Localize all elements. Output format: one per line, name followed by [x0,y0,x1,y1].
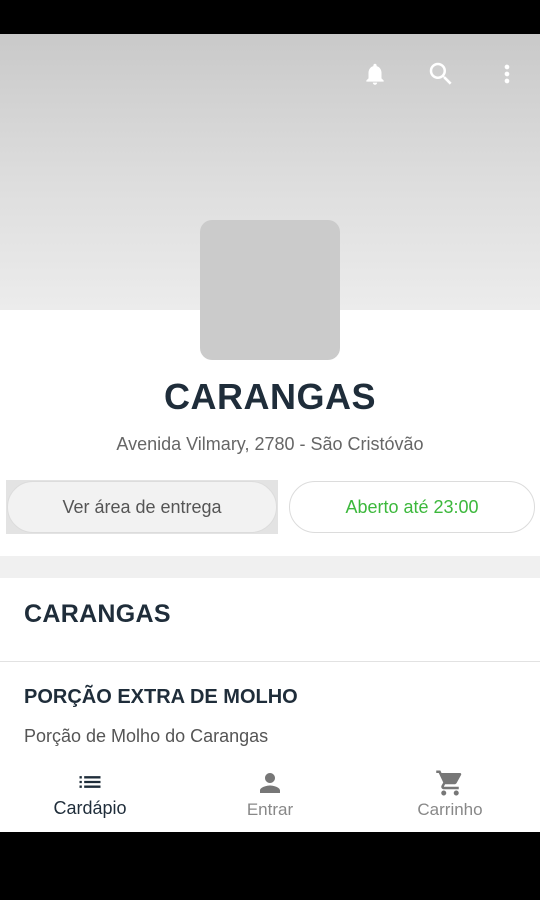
nav-tab-entrar[interactable]: Entrar [180,760,360,832]
system-navigation-area [0,832,540,900]
bell-icon [366,63,384,85]
nav-tab-carrinho[interactable]: Carrinho [360,760,540,832]
person-icon [260,773,280,793]
section-divider [0,556,540,578]
nav-label-carrinho: Carrinho [417,800,483,819]
status-bar [0,0,540,34]
bottom-navigation: Cardápio Entrar Carrinho [0,760,540,832]
search-button[interactable] [408,56,474,92]
menu-list-icon [79,776,101,788]
search-icon [429,62,452,85]
delivery-area-button[interactable]: Ver área de entrega [7,481,277,533]
menu-item[interactable]: PORÇÃO EXTRA DE MOLHO Porção de Molho do… [0,662,540,762]
app-screen: CARANGAS Avenida Vilmary, 2780 - São Cri… [0,34,540,832]
cart-icon [436,770,462,796]
app-bar-actions [342,56,540,92]
more-vert-icon [504,64,510,84]
more-options-button[interactable] [474,56,540,92]
notifications-button[interactable] [342,56,408,92]
open-status-badge: Aberto até 23:00 [289,481,535,533]
nav-label-entrar: Entrar [246,800,294,819]
menu-item-name: PORÇÃO EXTRA DE MOLHO [24,686,298,708]
nav-tab-cardapio[interactable]: Cardápio [0,760,180,832]
menu-item-description: Porção de Molho do Carangas [24,726,269,746]
store-name: CARANGAS [163,376,376,417]
menu-section-title: CARANGAS [24,600,171,628]
store-address: Avenida Vilmary, 2780 - São Cristóvão [116,434,424,454]
store-logo [200,220,340,360]
nav-label-cardapio: Cardápio [53,798,127,818]
